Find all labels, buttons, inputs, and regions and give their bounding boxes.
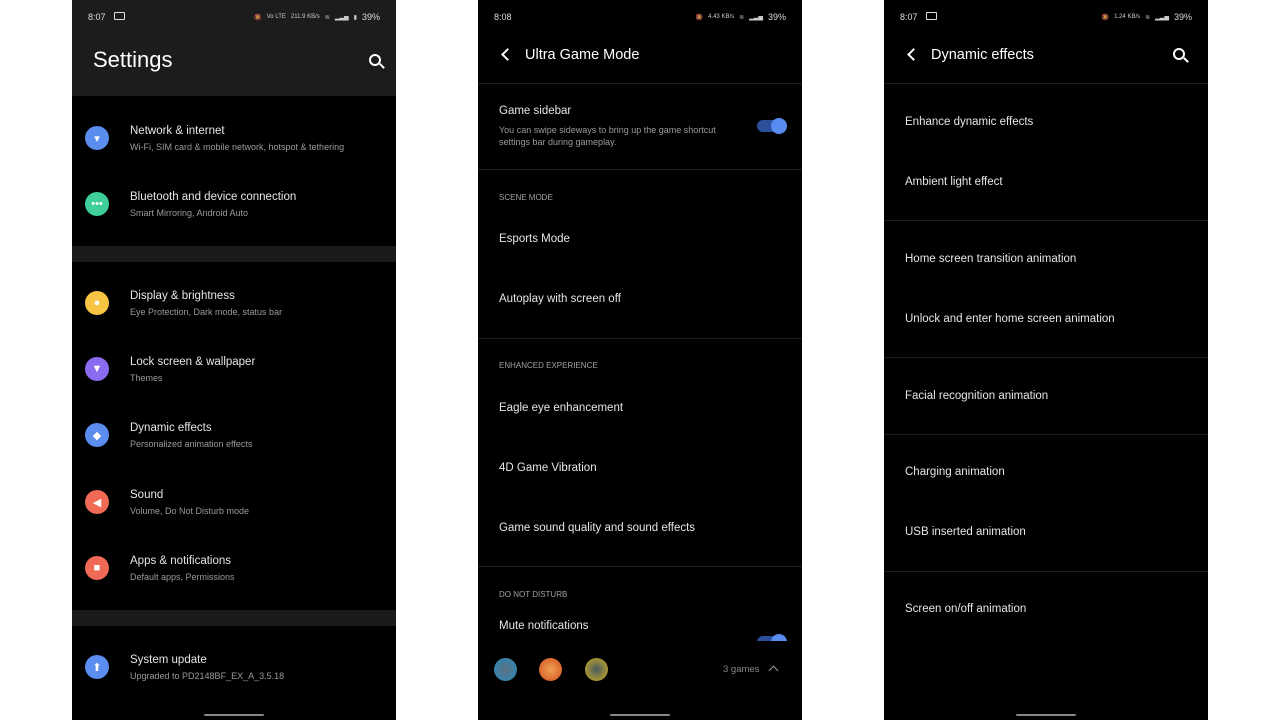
effect-item[interactable]: Charging animation xyxy=(905,466,1005,478)
game-icon-clash-of-clans[interactable] xyxy=(539,658,562,681)
status-bar: 8:08 🔕 4.43 KB/s ≋ ▂▃▅ 39% xyxy=(494,12,786,22)
effect-item[interactable]: USB inserted animation xyxy=(905,526,1026,538)
back-icon[interactable] xyxy=(501,48,514,61)
sound-quality-item[interactable]: Game sound quality and sound effects xyxy=(499,522,695,534)
status-bar: 8:07 🔕 Vo LTE 211.9 KB/s ≋ ▂▃▅ ▮ 39% xyxy=(88,12,380,22)
divider xyxy=(884,220,1208,221)
mute-icon: 🔕 xyxy=(695,14,704,21)
cell-signal-icon: ▂▃▅ xyxy=(749,14,763,21)
more-dots-icon: ••• xyxy=(85,192,109,216)
divider xyxy=(478,169,802,170)
autoplay-item[interactable]: Autoplay with screen off xyxy=(499,293,621,305)
effect-item[interactable]: Screen on/off animation xyxy=(905,603,1026,615)
games-bar xyxy=(478,641,802,720)
effect-item[interactable]: Facial recognition animation xyxy=(905,390,1048,402)
battery-icon: ▮ xyxy=(353,14,357,21)
settings-item[interactable]: ••• Bluetooth and device connection Smar… xyxy=(72,176,396,232)
arrow-up-icon: ⬆ xyxy=(85,655,109,679)
settings-item[interactable]: ■ Apps & notifications Default apps, Per… xyxy=(72,540,396,596)
apps-icon: ■ xyxy=(85,556,109,580)
settings-item[interactable]: ◆ Dynamic effects Personalized animation… xyxy=(72,407,396,463)
divider xyxy=(72,610,396,626)
mute-notifications-item[interactable]: Mute notifications xyxy=(499,620,589,632)
mute-icon: 🔕 xyxy=(1101,14,1110,21)
wifi-signal-icon: ≋ xyxy=(324,14,330,21)
game-icon-shooter[interactable] xyxy=(585,658,608,681)
game-sidebar-label: Game sidebar xyxy=(499,105,572,117)
settings-item[interactable]: ▼ Lock screen & wallpaper Themes xyxy=(72,341,396,397)
layers-icon: ◆ xyxy=(85,423,109,447)
settings-item[interactable]: ◀ Sound Volume, Do Not Disturb mode xyxy=(72,474,396,530)
cell-signal-icon: ▂▃▅ xyxy=(1155,14,1169,21)
speaker-icon: ◀ xyxy=(85,490,109,514)
divider xyxy=(478,566,802,567)
divider xyxy=(72,246,396,262)
cell-signal-icon: ▂▃▅ xyxy=(334,14,349,21)
settings-screen: 8:07 🔕 Vo LTE 211.9 KB/s ≋ ▂▃▅ ▮ 39% Settings … xyxy=(72,0,396,720)
settings-item[interactable]: ⬆ System update Upgraded to PD2148BF_EX_… xyxy=(72,639,396,695)
page-title: Settings xyxy=(93,47,173,72)
back-icon[interactable] xyxy=(907,48,920,61)
brightness-icon: ● xyxy=(85,291,109,315)
search-icon[interactable] xyxy=(369,54,381,66)
divider xyxy=(884,83,1208,84)
brush-icon: ▼ xyxy=(85,357,109,381)
ultra-game-mode-screen: 8:08 🔕 4.43 KB/s ≋ ▂▃▅ 39% Ultra Game Mode G… xyxy=(478,0,802,720)
settings-item[interactable]: ▾ Network & internet Wi-Fi, SIM card & m… xyxy=(72,110,396,166)
4d-vibration-item[interactable]: 4D Game Vibration xyxy=(499,462,597,474)
games-count: 3 games xyxy=(723,664,760,675)
wifi-signal-icon: ≋ xyxy=(1145,14,1151,21)
divider xyxy=(478,338,802,339)
cast-icon xyxy=(926,12,937,20)
eagle-eye-item[interactable]: Eagle eye enhancement xyxy=(499,402,623,414)
home-indicator[interactable] xyxy=(204,714,264,716)
effect-item[interactable]: Enhance dynamic effects xyxy=(905,116,1033,128)
search-icon[interactable] xyxy=(1173,48,1185,60)
mute-icon: 🔕 xyxy=(254,14,262,21)
settings-item[interactable]: ● Display & brightness Eye Protection, D… xyxy=(72,275,396,331)
effect-item[interactable]: Home screen transition animation xyxy=(905,253,1076,265)
effect-item[interactable]: Ambient light effect xyxy=(905,176,1003,188)
page-title: Ultra Game Mode xyxy=(525,47,640,63)
divider xyxy=(884,571,1208,572)
wifi-signal-icon: ≋ xyxy=(739,14,745,21)
game-icon-call-of-duty[interactable] xyxy=(494,658,517,681)
status-bar: 8:07 🔕 1.24 KB/s ≋ ▂▃▅ 39% xyxy=(900,12,1192,22)
esports-mode-item[interactable]: Esports Mode xyxy=(499,233,570,245)
home-indicator[interactable] xyxy=(1016,714,1076,716)
dynamic-effects-screen: 8:07 🔕 1.24 KB/s ≋ ▂▃▅ 39% Dynamic effects E… xyxy=(884,0,1208,720)
wifi-icon: ▾ xyxy=(85,126,109,150)
effect-item[interactable]: Unlock and enter home screen animation xyxy=(905,313,1115,325)
game-sidebar-toggle[interactable] xyxy=(757,118,787,134)
divider xyxy=(478,83,802,84)
cast-icon xyxy=(114,12,125,20)
divider xyxy=(884,434,1208,435)
divider xyxy=(884,357,1208,358)
home-indicator[interactable] xyxy=(610,714,670,716)
page-title: Dynamic effects xyxy=(931,47,1034,63)
